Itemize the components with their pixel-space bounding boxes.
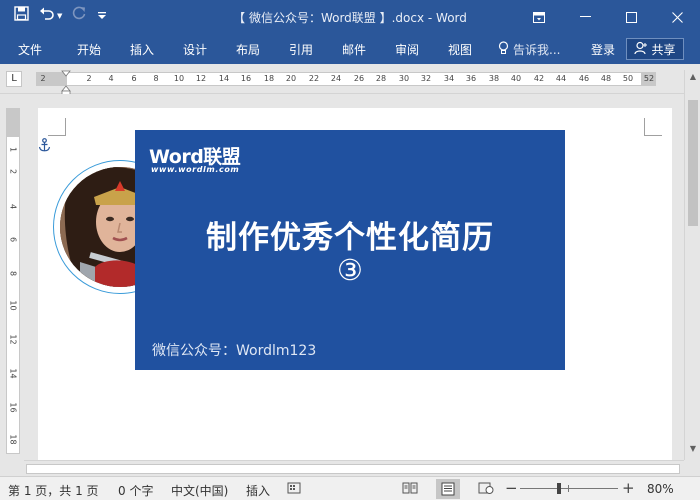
tab-design[interactable]: 设计 xyxy=(183,41,207,58)
ruler-number: 42 xyxy=(533,74,545,83)
ruler-number: 52 xyxy=(643,74,655,83)
web-layout-icon[interactable] xyxy=(478,481,494,497)
ribbon-display-options-icon[interactable] xyxy=(516,0,562,34)
vruler-number: 8 xyxy=(8,270,18,277)
print-layout-icon[interactable] xyxy=(436,479,460,499)
ruler-number: 6 xyxy=(131,74,137,83)
zoom-slider[interactable] xyxy=(520,488,618,489)
vruler-number: 6 xyxy=(8,236,18,243)
ruler-number: 16 xyxy=(240,74,252,83)
minimize-icon[interactable] xyxy=(562,0,608,34)
vruler-number: 14 xyxy=(8,368,18,379)
ruler-number: 20 xyxy=(285,74,297,83)
lightbulb-icon xyxy=(498,41,509,58)
ruler-number: 24 xyxy=(330,74,342,83)
vruler-number: 12 xyxy=(8,334,18,345)
vertical-ruler-margin xyxy=(7,109,19,137)
indent-marker[interactable] xyxy=(61,69,71,95)
ruler-number: 40 xyxy=(510,74,522,83)
ruler-number: 32 xyxy=(420,74,432,83)
scroll-up-icon[interactable]: ▲ xyxy=(685,72,700,86)
ruler-number: 8 xyxy=(153,74,159,83)
ruler-number: 34 xyxy=(443,74,455,83)
window-controls xyxy=(516,0,700,34)
ruler-number: 12 xyxy=(195,74,207,83)
vertical-ruler[interactable]: 1 2 4 6 8 10 12 14 16 18 xyxy=(6,108,20,454)
zoom-out-button[interactable]: − xyxy=(505,479,518,497)
ribbon-tabs: 文件 开始 插入 设计 布局 引用 邮件 审阅 视图 告诉我... 登录 共享 xyxy=(0,34,700,64)
ruler-number: 36 xyxy=(465,74,477,83)
vruler-number: 10 xyxy=(8,300,18,311)
tab-mailings[interactable]: 邮件 xyxy=(342,41,366,58)
tab-layout[interactable]: 布局 xyxy=(236,41,260,58)
crop-mark-top-left xyxy=(48,118,66,136)
ruler-number: 30 xyxy=(398,74,410,83)
page-count[interactable]: 第 1 页，共 1 页 xyxy=(8,482,99,499)
ruler-number: 2 xyxy=(40,74,46,83)
ruler-number: 18 xyxy=(263,74,275,83)
tab-insert[interactable]: 插入 xyxy=(130,41,154,58)
horizontal-scroll-thumb[interactable] xyxy=(26,464,680,474)
ruler-number: 46 xyxy=(578,74,590,83)
close-icon[interactable] xyxy=(654,0,700,34)
crop-mark-top-right xyxy=(644,118,662,136)
tab-review[interactable]: 审阅 xyxy=(395,41,419,58)
banner-number: ③ xyxy=(337,253,363,287)
ruler-number: 50 xyxy=(622,74,634,83)
insert-mode[interactable]: 插入 xyxy=(246,482,270,499)
zoom-level[interactable]: 80% xyxy=(647,482,674,496)
ruler-number: 10 xyxy=(173,74,185,83)
ruler-number: 26 xyxy=(353,74,365,83)
ruler-number: 28 xyxy=(375,74,387,83)
ruler-number: 4 xyxy=(108,74,114,83)
horizontal-scrollbar[interactable] xyxy=(24,460,684,476)
brand-url: www.wordlm.com xyxy=(151,165,240,174)
zoom-center-mark xyxy=(568,485,569,492)
vertical-scroll-thumb[interactable] xyxy=(688,100,698,226)
ruler-area: L 2 2 4 6 8 10 12 14 16 18 20 22 24 26 2… xyxy=(0,64,700,95)
tab-view[interactable]: 视图 xyxy=(448,41,472,58)
ruler-number: 38 xyxy=(488,74,500,83)
share-button[interactable]: 共享 xyxy=(626,38,684,60)
tab-selector[interactable]: L xyxy=(6,71,22,87)
horizontal-ruler[interactable]: 2 2 4 6 8 10 12 14 16 18 20 22 24 26 28 … xyxy=(36,72,656,86)
tell-me-search[interactable]: 告诉我... xyxy=(498,41,560,58)
ruler-number: 44 xyxy=(555,74,567,83)
title-bar: ▼ 【 微信公众号：Word联盟 】.docx - Word xyxy=(0,0,700,34)
banner-title: 制作优秀个性化简历 xyxy=(206,220,494,256)
ruler-number: 22 xyxy=(308,74,320,83)
macro-record-icon[interactable] xyxy=(287,481,303,497)
tab-file[interactable]: 文件 xyxy=(18,41,42,58)
zoom-slider-thumb[interactable] xyxy=(557,483,561,494)
share-label: 共享 xyxy=(651,42,676,57)
title-banner[interactable]: Word联盟 www.wordlm.com 制作优秀个性化简历 ③ 微信公众号：… xyxy=(135,130,565,370)
vruler-number: 4 xyxy=(8,203,18,210)
zoom-in-button[interactable]: + xyxy=(622,479,635,497)
status-bar: 第 1 页，共 1 页 0 个字 中文(中国) 插入 − + 80% xyxy=(0,476,700,500)
vruler-number: 2 xyxy=(8,168,18,175)
word-count[interactable]: 0 个字 xyxy=(118,482,153,499)
vruler-number: 1 xyxy=(8,146,18,153)
tab-references[interactable]: 引用 xyxy=(289,41,313,58)
tell-me-label: 告诉我... xyxy=(513,43,561,57)
vruler-number: 16 xyxy=(8,402,18,413)
anchor-icon[interactable] xyxy=(38,138,51,156)
vruler-number: 18 xyxy=(8,434,18,445)
person-icon xyxy=(634,41,648,58)
ruler-number: 14 xyxy=(218,74,230,83)
scroll-down-icon[interactable]: ▼ xyxy=(685,444,700,458)
login-link[interactable]: 登录 xyxy=(591,41,615,58)
maximize-icon[interactable] xyxy=(608,0,654,34)
language-indicator[interactable]: 中文(中国) xyxy=(171,482,228,499)
vertical-scrollbar[interactable]: ▲ ▼ xyxy=(684,70,700,460)
banner-footer: 微信公众号：Wordlm123 xyxy=(152,343,317,359)
tab-home[interactable]: 开始 xyxy=(77,41,101,58)
ruler-number: 2 xyxy=(86,74,92,83)
read-mode-icon[interactable] xyxy=(402,481,418,497)
ruler-number: 48 xyxy=(600,74,612,83)
